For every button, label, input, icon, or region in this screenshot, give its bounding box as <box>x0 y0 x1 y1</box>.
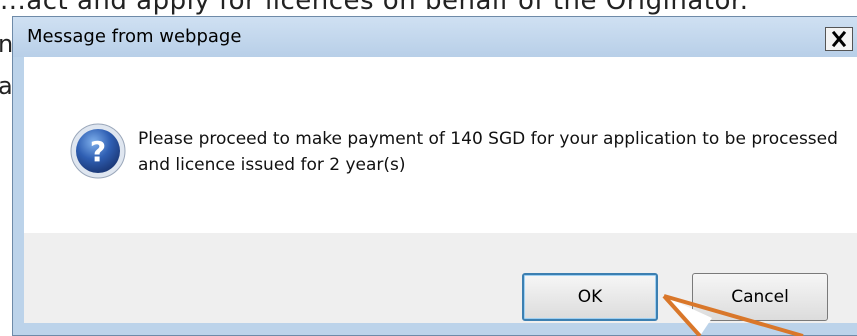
svg-text:?: ? <box>90 135 106 168</box>
background-page-text: ...act and apply for licences on behalf … <box>0 0 749 16</box>
dialog-titlebar[interactable]: Message from webpage <box>13 17 857 57</box>
dialog-body: ? Please proceed to make payment of 140 … <box>24 57 857 323</box>
cancel-button[interactable]: Cancel <box>692 273 828 321</box>
message-area: ? Please proceed to make payment of 140 … <box>24 57 857 233</box>
dialog-message: Please proceed to make payment of 140 SG… <box>138 129 838 175</box>
close-button[interactable] <box>825 27 853 51</box>
button-bar: OK Cancel <box>24 233 857 323</box>
question-icon: ? <box>70 123 126 179</box>
background-page-text-fragment: a <box>0 72 13 100</box>
close-icon <box>831 30 847 48</box>
ok-button[interactable]: OK <box>522 273 658 321</box>
message-dialog: Message from webpage ? Please proceed to… <box>12 16 857 336</box>
dialog-title: Message from webpage <box>27 26 242 47</box>
